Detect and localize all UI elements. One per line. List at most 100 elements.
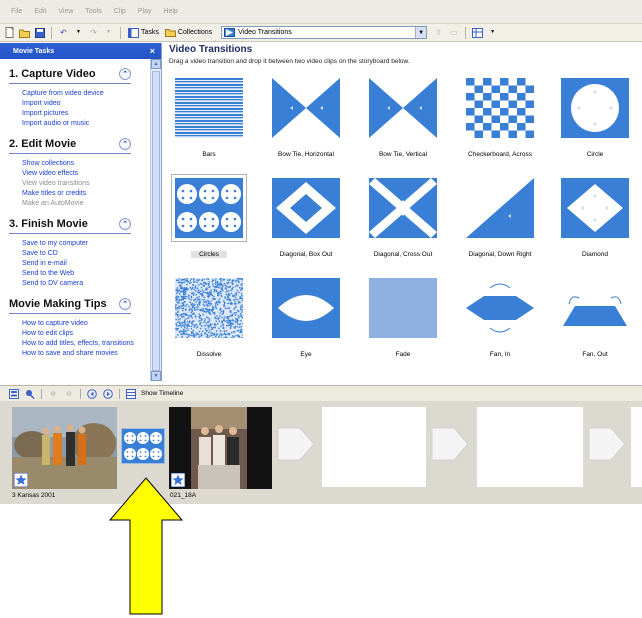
narrate-timeline-icon[interactable] [9,388,19,399]
collections-button[interactable]: Collections [162,26,215,40]
transition-slot[interactable] [430,425,470,463]
bow-tie-vertical-icon [369,78,437,138]
task-section-header[interactable]: 3. Finish Movie ⌃ [9,217,131,231]
redo-dropdown-icon[interactable]: ▼ [103,27,114,38]
transition-label: Bow Tie, Horizontal [278,151,334,158]
task-link[interactable]: How to edit clips [22,329,151,339]
timeline-icon[interactable] [126,388,136,399]
transition-tile[interactable]: Diagonal, Cross Out [363,178,443,270]
task-link[interactable]: Send to the Web [22,269,151,279]
menu-item-help[interactable]: Help [163,8,177,15]
section-divider [9,313,131,314]
menu-item-file[interactable]: File [11,8,22,15]
transition-tile[interactable]: Circle [555,78,635,170]
open-project-icon[interactable] [19,27,30,38]
collapse-chevron-icon[interactable]: ⌃ [119,298,131,310]
menu-item-clip[interactable]: Clip [114,8,126,15]
rewind-storyboard-icon[interactable] [87,388,97,399]
toolbar-separator [465,26,467,39]
transition-tile[interactable]: Eye [266,278,346,370]
transition-tile[interactable]: Circles [169,174,249,270]
task-link[interactable]: Make titles or credits [22,189,151,199]
view-mode-icon[interactable] [472,27,484,38]
transition-tile[interactable]: Dissolve [169,278,249,370]
transition-tile[interactable]: Fade [363,278,443,370]
menu-item-tools[interactable]: Tools [85,8,101,15]
show-timeline-button[interactable]: Show Timeline [141,390,183,397]
transition-tile[interactable]: Bow Tie, Horizontal [266,78,346,170]
transition-tile[interactable]: Bow Tie, Vertical [363,78,443,170]
transition-tile[interactable]: Diagonal, Box Out [266,178,346,270]
scroll-up-icon[interactable]: ▲ [151,59,161,69]
task-link[interactable]: How to add titles, effects, transitions [22,339,151,349]
transition-tile[interactable]: Bars [169,78,249,170]
empty-clip-slot[interactable] [322,407,426,487]
section-divider [9,153,131,154]
collections-dropdown[interactable]: Video Transitions ▼ [221,26,428,39]
undo-dropdown-icon[interactable]: ▼ [73,27,84,38]
task-section-title: 2. Edit Movie [9,138,77,150]
storyboard-clip-2[interactable] [169,407,272,489]
bow-tie-horizontal-icon [272,78,340,138]
scroll-down-icon[interactable]: ▼ [151,371,161,381]
transition-arrow-icon [277,427,315,461]
task-link[interactable]: How to save and share movies [22,349,151,359]
transition-tile[interactable]: Diamond [555,178,635,270]
task-link[interactable]: Send to DV camera [22,279,151,289]
transition-tile[interactable]: Checkerboard, Across [460,78,540,170]
scrollbar-thumb[interactable] [152,71,160,371]
save-project-icon[interactable] [34,27,45,38]
task-link[interactable]: Capture from video device [22,89,151,99]
storyboard-clip-1[interactable] [12,407,117,489]
highlight-arrow-icon [108,477,184,615]
menu-bar: File Edit View Tools Clip Play Help [0,0,642,24]
collapse-chevron-icon[interactable]: ⌃ [119,218,131,230]
chevron-down-icon[interactable]: ▼ [415,27,427,38]
close-icon[interactable]: × [150,46,155,56]
new-project-icon[interactable] [4,27,15,38]
empty-clip-slot[interactable] [631,407,642,487]
transition-arrow-icon [588,427,626,461]
task-section-header[interactable]: 1. Capture Video ⌃ [9,67,131,81]
storyboard-toolbar-separator [41,388,42,399]
task-section-title: Movie Making Tips [9,298,107,310]
play-storyboard-icon[interactable] [103,388,113,399]
task-link[interactable]: View video effects [22,169,151,179]
task-section-header[interactable]: Movie Making Tips ⌃ [9,297,131,311]
transition-label: Eye [300,351,312,358]
task-link[interactable]: Import audio or music [22,119,151,129]
task-section-title: 1. Capture Video [9,68,96,80]
zoom-in-icon[interactable]: ⊕ [48,389,58,399]
task-link[interactable]: Import pictures [22,109,151,119]
diagonal-down-right-icon [466,178,534,238]
tasks-scrollbar[interactable]: ▲ ▼ [150,59,161,381]
zoom-out-icon[interactable]: ⊖ [64,389,74,399]
set-audio-levels-icon[interactable] [25,389,35,399]
task-link[interactable]: How to capture video [22,319,151,329]
collapse-chevron-icon[interactable]: ⌃ [119,68,131,80]
collection-up-icon[interactable]: ⇧ [433,27,444,38]
task-link[interactable]: Import video [22,99,151,109]
transition-tile[interactable]: Diagonal, Down Right [460,178,540,270]
new-collection-folder-icon[interactable]: ▭ [448,27,459,38]
undo-icon[interactable]: ↶ [58,27,69,38]
task-link[interactable]: Send in e-mail [22,259,151,269]
tasks-button[interactable]: Tasks [125,26,162,40]
transition-tile[interactable]: Fan, Out [555,278,635,370]
task-section-header[interactable]: 2. Edit Movie ⌃ [9,137,131,151]
menu-item-edit[interactable]: Edit [34,8,46,15]
transition-tile[interactable]: Fan, In [460,278,540,370]
collapse-chevron-icon[interactable]: ⌃ [119,138,131,150]
circles-icon [175,178,243,238]
menu-item-view[interactable]: View [58,8,73,15]
menu-item-play[interactable]: Play [138,8,152,15]
transition-slot[interactable] [276,425,316,463]
transition-slot[interactable] [587,425,627,463]
redo-icon[interactable]: ↷ [88,27,99,38]
empty-clip-slot[interactable] [477,407,583,487]
task-link[interactable]: Save to my computer [22,239,151,249]
task-link[interactable]: Show collections [22,159,151,169]
storyboard-transition-circles[interactable] [121,428,165,464]
view-mode-dropdown-icon[interactable]: ▼ [487,27,498,38]
task-link[interactable]: Save to CD [22,249,151,259]
